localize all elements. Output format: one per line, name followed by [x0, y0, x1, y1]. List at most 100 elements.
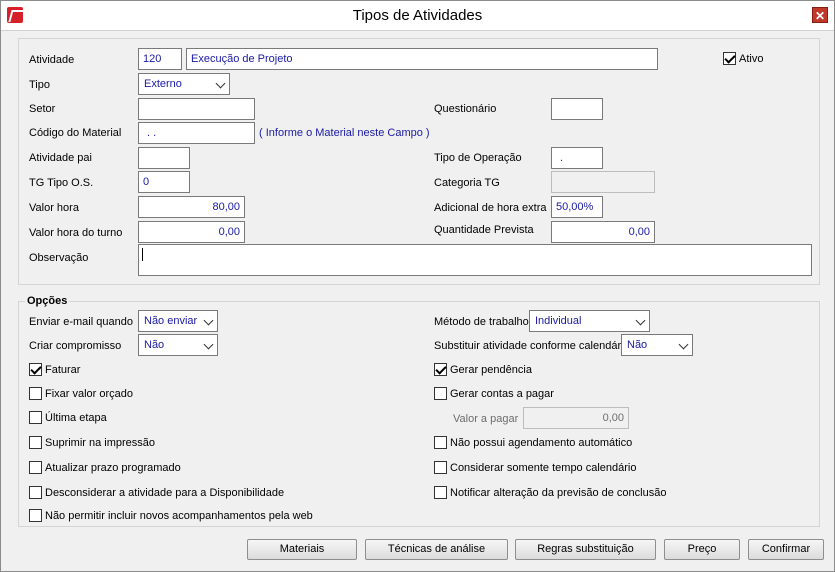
unchecked-icon [434, 486, 447, 499]
valor-hora-input[interactable]: 80,00 [138, 196, 245, 218]
questionario-input[interactable] [551, 98, 603, 120]
tipo-operacao-input[interactable]: . [551, 147, 603, 169]
checkbox-label: Considerar somente tempo calendário [450, 461, 637, 474]
window-title: Tipos de Atividades [352, 7, 483, 24]
tipo-label: Tipo [29, 79, 50, 91]
substituir-select[interactable]: Não [621, 334, 693, 356]
opcoes-title: Opções [25, 295, 70, 307]
checkbox-label: Última etapa [45, 411, 107, 424]
ultima-etapa-checkbox[interactable]: Última etapa [29, 411, 107, 424]
tipo-select[interactable]: Externo [138, 73, 230, 95]
ativo-check-icon [723, 52, 736, 65]
nao-possui-agendamento-checkbox[interactable]: Não possui agendamento automático [434, 436, 632, 449]
adicional-hora-extra-label: Adicional de hora extra [434, 202, 547, 214]
valor-pagar-label: Valor a pagar [453, 413, 519, 425]
quantidade-prevista-input[interactable]: 0,00 [551, 221, 655, 243]
atividade-pai-input[interactable] [138, 147, 190, 169]
codigo-material-input[interactable]: . . [138, 122, 255, 144]
unchecked-icon [29, 387, 42, 400]
ativo-checkbox[interactable]: Ativo [723, 52, 763, 65]
notificar-alteracao-checkbox[interactable]: Notificar alteração da previsão de concl… [434, 486, 666, 499]
gerar-contas-pagar-checkbox[interactable]: Gerar contas a pagar [434, 387, 554, 400]
close-button[interactable]: ✕ [812, 7, 828, 23]
enviar-email-label: Enviar e-mail quando [29, 316, 133, 328]
codigo-material-label: Código do Material [29, 127, 122, 139]
checkbox-label: Não permitir incluir novos acompanhament… [45, 509, 313, 522]
enviar-email-value: Não enviar [144, 315, 198, 327]
questionario-label: Questionário [434, 103, 497, 115]
codigo-material-hint: ( Informe o Material neste Campo ) [259, 127, 430, 139]
chevron-down-icon [203, 315, 214, 326]
atividade-pai-label: Atividade pai [29, 152, 92, 164]
preco-button[interactable]: Preço [664, 539, 740, 560]
regras-substituicao-button[interactable]: Regras substituição [515, 539, 656, 560]
tg-tipo-os-label: TG Tipo O.S. [29, 177, 94, 189]
substituir-value: Não [627, 339, 648, 351]
chevron-down-icon [215, 78, 226, 89]
unchecked-icon [434, 461, 447, 474]
checkbox-label: Gerar contas a pagar [450, 387, 554, 400]
quantidade-prevista-label: Quantidade Prevista [434, 224, 534, 236]
observacao-label: Observação [29, 252, 89, 264]
enviar-email-select[interactable]: Não enviar [138, 310, 218, 332]
atividade-label: Atividade [29, 54, 75, 66]
checked-icon [434, 363, 447, 376]
materiais-button[interactable]: Materiais [247, 539, 357, 560]
tipo-operacao-label: Tipo de Operação [434, 152, 522, 164]
atividade-code-input[interactable]: 120 [138, 48, 182, 70]
suprimir-impressao-checkbox[interactable]: Suprimir na impressão [29, 436, 155, 449]
atividade-name-input[interactable]: Execução de Projeto [186, 48, 658, 70]
checkbox-label: Desconsiderar a atividade para a Disponi… [45, 486, 285, 499]
tipo-select-value: Externo [144, 78, 182, 90]
dialog-window: Tipos de Atividades ✕ Atividade 120 Exec… [0, 0, 835, 572]
ativo-label: Ativo [739, 52, 764, 65]
metodo-trabalho-label: Método de trabalho [434, 316, 529, 328]
nao-permitir-web-checkbox[interactable]: Não permitir incluir novos acompanhament… [29, 509, 313, 522]
metodo-trabalho-value: Individual [535, 315, 582, 327]
chevron-down-icon [678, 339, 689, 350]
considerar-tempo-calendario-checkbox[interactable]: Considerar somente tempo calendário [434, 461, 637, 474]
setor-label: Setor [29, 103, 56, 115]
atualizar-prazo-checkbox[interactable]: Atualizar prazo programado [29, 461, 181, 474]
gerar-pendencia-checkbox[interactable]: Gerar pendência [434, 363, 532, 376]
checked-icon [29, 363, 42, 376]
valor-hora-turno-label: Valor hora do turno [29, 227, 123, 239]
categoria-tg-input [551, 171, 655, 193]
criar-compromisso-value: Não [144, 339, 165, 351]
observacao-textarea[interactable] [138, 244, 812, 276]
tecnicas-analise-button[interactable]: Técnicas de análise [365, 539, 508, 560]
metodo-trabalho-select[interactable]: Individual [529, 310, 650, 332]
checkbox-label: Não possui agendamento automático [450, 436, 633, 449]
text-caret [142, 248, 143, 261]
checkbox-label: Suprimir na impressão [45, 436, 156, 449]
unchecked-icon [29, 411, 42, 424]
valor-hora-label: Valor hora [29, 202, 79, 214]
faturar-checkbox[interactable]: Faturar [29, 363, 80, 376]
confirmar-button[interactable]: Confirmar [748, 539, 824, 560]
setor-input[interactable] [138, 98, 255, 120]
unchecked-icon [434, 387, 447, 400]
fixar-valor-orcado-checkbox[interactable]: Fixar valor orçado [29, 387, 133, 400]
checkbox-label: Gerar pendência [450, 363, 532, 376]
desconsiderar-checkbox[interactable]: Desconsiderar a atividade para a Disponi… [29, 486, 284, 499]
tg-tipo-os-input[interactable]: 0 [138, 171, 190, 193]
checkbox-label: Notificar alteração da previsão de concl… [450, 486, 667, 499]
unchecked-icon [29, 509, 42, 522]
unchecked-icon [434, 436, 447, 449]
valor-hora-turno-input[interactable]: 0,00 [138, 221, 245, 243]
title-bar: Tipos de Atividades ✕ [1, 1, 834, 31]
valor-pagar-input: 0,00 [523, 407, 629, 429]
categoria-tg-label: Categoria TG [434, 177, 500, 189]
checkbox-label: Fixar valor orçado [45, 387, 134, 400]
substituir-label: Substituir atividade conforme calendário [434, 340, 630, 352]
unchecked-icon [29, 436, 42, 449]
unchecked-icon [29, 461, 42, 474]
criar-compromisso-select[interactable]: Não [138, 334, 218, 356]
chevron-down-icon [635, 315, 646, 326]
chevron-down-icon [203, 339, 214, 350]
checkbox-label: Faturar [45, 363, 81, 376]
adicional-hora-extra-input[interactable]: 50,00% [551, 196, 603, 218]
criar-compromisso-label: Criar compromisso [29, 340, 122, 352]
unchecked-icon [29, 486, 42, 499]
checkbox-label: Atualizar prazo programado [45, 461, 181, 474]
